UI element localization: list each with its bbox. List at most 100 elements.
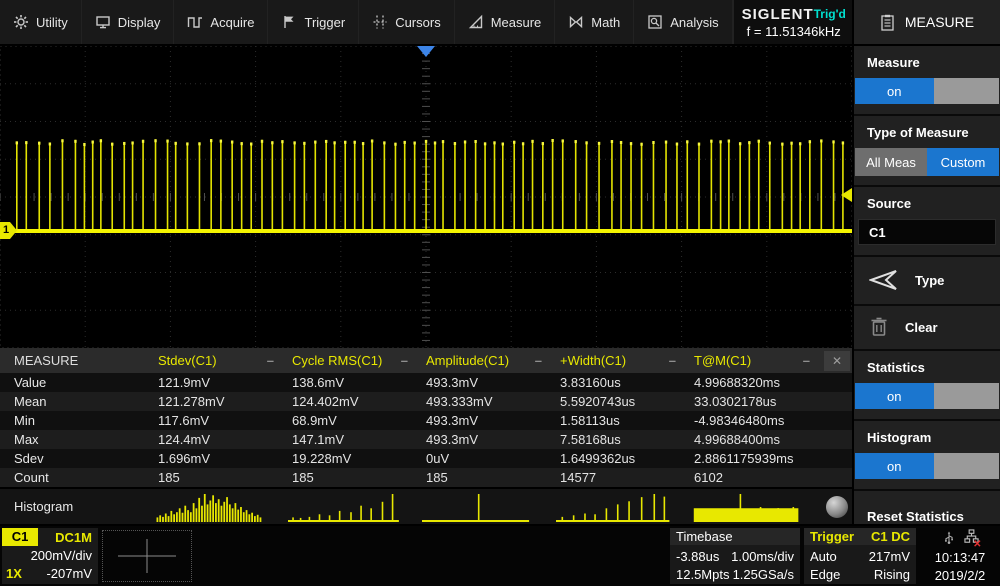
measure-column-header[interactable]: +Width(C1)– (552, 353, 686, 368)
menu-math[interactable]: Math (555, 0, 634, 44)
measure-column-label: Cycle RMS(C1) (292, 353, 382, 368)
acquire-wave-icon (187, 14, 203, 30)
reset-statistics-button[interactable]: Reset Statistics (854, 491, 1000, 524)
waveform-display[interactable]: 1 (0, 46, 852, 348)
clear-button[interactable]: Clear (854, 306, 1000, 351)
usb-icon (942, 530, 956, 546)
collapse-column-button[interactable]: – (669, 353, 676, 368)
brand-status-block: SIGLENT Trig'd f = 11.51346kHz (733, 0, 854, 44)
collapse-column-button[interactable]: – (401, 353, 408, 368)
measure-label: Measure (854, 55, 1000, 78)
trash-icon (869, 316, 889, 338)
source-select[interactable]: C1 (858, 219, 996, 245)
menu-display-label: Display (118, 15, 161, 30)
type-of-measure-segmented: All Meas Custom (855, 148, 999, 176)
measure-value-cell: 4.99688320ms (686, 375, 820, 390)
menu-measure[interactable]: Measure (455, 0, 556, 44)
trigger-box[interactable]: Trigger C1 DC Auto 217mV Edge Rising (804, 528, 916, 584)
analysis-icon (647, 14, 663, 30)
trigger-label: Trigger (810, 529, 854, 544)
measure-column-header[interactable]: Amplitude(C1) – (418, 353, 552, 368)
measure-value-cell: 124.402mV (284, 394, 418, 409)
measure-triangle-icon (468, 14, 484, 30)
measure-column-header[interactable]: Stdev(C1)– (150, 353, 284, 368)
measure-value-cell: -4.98346480ms (686, 413, 820, 428)
collapse-column-button[interactable]: – (803, 353, 810, 368)
clipboard-icon (880, 14, 895, 31)
measure-value-cell: 138.6mV (284, 375, 418, 390)
timebase-label: Timebase (676, 529, 733, 544)
measure-column-header[interactable]: T@M(C1) – (686, 353, 820, 368)
measure-table-title: MEASURE (0, 353, 150, 368)
menu-utility[interactable]: Utility (0, 0, 82, 44)
measure-table-row: Sdev1.696mV19.228mV0uV1.6499362us2.88611… (0, 449, 852, 468)
menu-trigger-label: Trigger (304, 15, 345, 30)
type-of-measure-label: Type of Measure (854, 125, 1000, 148)
menu-acquire[interactable]: Acquire (174, 0, 268, 44)
menu-display[interactable]: Display (82, 0, 175, 44)
measure-value-cell: 3.83160us (552, 375, 686, 390)
clear-button-label: Clear (905, 320, 938, 335)
cycle-rms-histogram (284, 490, 418, 524)
trigger-slope: Rising (874, 567, 910, 582)
close-table-button[interactable]: ✕ (824, 351, 850, 371)
trigger-position-marker[interactable] (417, 46, 435, 57)
measure-value-cell: 0uV (418, 451, 552, 466)
gear-icon (13, 14, 29, 30)
empty-channel-slot[interactable] (102, 530, 192, 582)
section-type-of-measure: Type of Measure All Meas Custom (854, 116, 1000, 187)
menu-math-label: Math (591, 15, 620, 30)
statistics-toggle[interactable]: on (855, 383, 999, 409)
measure-table-row: Min117.6mV68.9mV493.3mV1.58113us-4.98346… (0, 411, 852, 430)
measure-toggle[interactable]: on (855, 78, 999, 104)
section-histogram: Histogram on (854, 421, 1000, 491)
histogram-row-label: Histogram (0, 499, 150, 514)
channel1-scale: 200mV/div (31, 548, 98, 563)
measure-value-cell: 147.1mV (284, 432, 418, 447)
menu-trigger[interactable]: Trigger (268, 0, 359, 44)
lan-disconnected-icon: ✕ (973, 539, 981, 550)
statistics-toggle-off[interactable] (934, 383, 999, 409)
all-meas-button[interactable]: All Meas (855, 148, 927, 176)
channel1-tab[interactable]: C1 (2, 528, 38, 546)
row-label: Mean (0, 394, 150, 409)
trigger-mode: Auto (810, 549, 837, 564)
math-bowtie-icon (568, 14, 584, 30)
measure-panel-header: MEASURE (852, 0, 1000, 44)
collapse-column-button[interactable]: – (267, 353, 274, 368)
custom-button[interactable]: Custom (927, 148, 999, 176)
histogram-toggle-off[interactable] (934, 453, 999, 479)
measure-value-cell: 1.58113us (552, 413, 686, 428)
amplitude-histogram (418, 490, 552, 524)
menu-utility-label: Utility (36, 15, 68, 30)
section-measure: Measure on (854, 46, 1000, 116)
oscilloscope-app: Utility Display Acquire Trigger Cursors … (0, 0, 1000, 586)
histogram-cells (150, 490, 820, 524)
top-menu-bar: Utility Display Acquire Trigger Cursors … (0, 0, 1000, 46)
pwidth-histogram (552, 490, 686, 524)
measure-column-label: Amplitude(C1) (426, 353, 509, 368)
flag-icon (281, 14, 297, 30)
histogram-toggle[interactable]: on (855, 453, 999, 479)
measure-table-body: Value121.9mV138.6mV493.3mV3.83160us4.996… (0, 373, 852, 487)
menu-cursors[interactable]: Cursors (359, 0, 455, 44)
collapse-column-button[interactable]: – (535, 353, 542, 368)
statistics-toggle-on[interactable]: on (855, 383, 934, 409)
measure-value-cell: 2.8861175939ms (686, 451, 820, 466)
histogram-knob-icon[interactable] (826, 496, 848, 518)
measure-column-header[interactable]: Cycle RMS(C1) – (284, 353, 418, 368)
timebase-scale: 1.00ms/div (731, 549, 794, 564)
measure-toggle-off[interactable] (934, 78, 999, 104)
measure-value-cell: 14577 (552, 470, 686, 485)
timebase-box[interactable]: Timebase -3.88us 1.00ms/div 12.5Mpts 1.2… (670, 528, 800, 584)
measure-toggle-on[interactable]: on (855, 78, 934, 104)
measure-value-cell: 185 (284, 470, 418, 485)
channel1-info-box[interactable]: C1 DC1M 200mV/div 1X -207mV (2, 528, 98, 584)
measure-column-label: T@M(C1) (694, 353, 751, 368)
menu-analysis[interactable]: Analysis (634, 0, 732, 44)
clock-date: 2019/2/2 (935, 568, 986, 583)
type-button[interactable]: Type (854, 257, 1000, 306)
measure-value-cell: 5.5920743us (552, 394, 686, 409)
trigger-level-marker[interactable] (841, 188, 852, 202)
histogram-toggle-on[interactable]: on (855, 453, 934, 479)
